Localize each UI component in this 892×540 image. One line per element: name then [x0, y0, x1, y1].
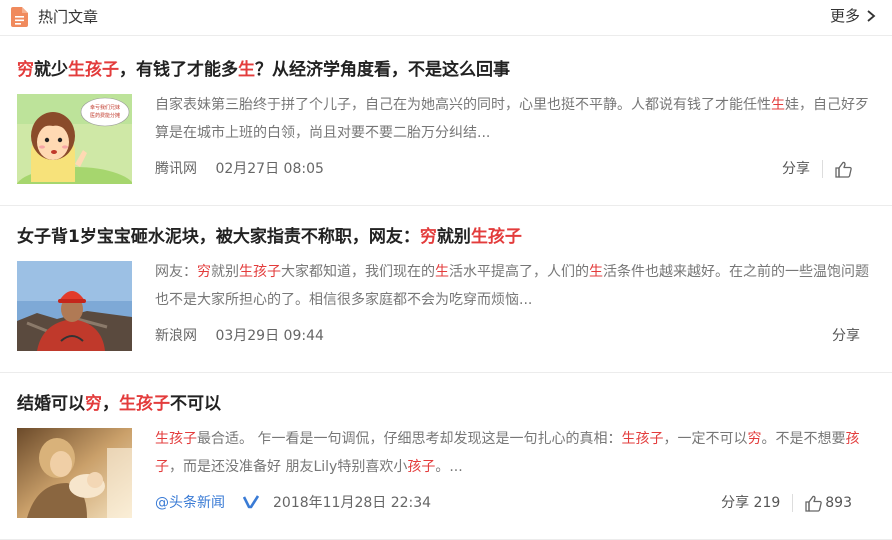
highlight-keyword: 穷: [85, 394, 102, 414]
article-actions: 分享 219 893: [721, 494, 852, 512]
article-source[interactable]: 新浪网: [155, 328, 197, 344]
chevron-right-icon: [867, 10, 876, 22]
highlight-keyword: 生孩子: [239, 264, 281, 280]
text-segment: ？从经济学角度看，不是这么回事: [255, 60, 510, 80]
text-segment: 就别: [436, 227, 471, 247]
article-meta: @头条新闻 2018年11月28日 22:34: [155, 494, 431, 512]
highlight-keyword: 生孩子: [155, 431, 197, 447]
highlight-keyword: 生孩子: [621, 431, 664, 447]
article-time: 2018年11月28日 22:34: [273, 495, 432, 511]
article-source[interactable]: @头条新闻: [155, 495, 225, 511]
verified-icon: [243, 495, 259, 509]
thumb-caption-line2: 医药费能分摊: [90, 112, 120, 119]
thumb-caption-line1: 幸亏我们兄妹: [90, 104, 120, 111]
text-segment: ，: [102, 394, 119, 414]
text-segment: 最合适。 乍一看是一句调侃，仔细思考却发现这是一句扎心的真相：: [197, 431, 622, 447]
highlight-keyword: 穷: [197, 264, 211, 280]
document-icon: [11, 7, 28, 27]
text-segment: 网友：: [155, 264, 197, 280]
text-segment: 就别: [211, 264, 239, 280]
text-segment: ，有钱了才能多: [119, 60, 238, 80]
article-time: 02月27日 08:05: [215, 161, 324, 177]
text-segment: 活水平提高了，人们的: [449, 264, 589, 280]
thumbs-up-icon: [835, 161, 852, 178]
text-segment: 。不是不想要: [761, 431, 846, 447]
highlight-keyword: 生: [589, 264, 603, 280]
highlight-keyword: 生孩子: [470, 227, 522, 247]
highlight-keyword: 穷: [419, 227, 437, 247]
like-button[interactable]: 893: [805, 494, 852, 512]
article-divider: [0, 205, 892, 206]
highlight-keyword: 生孩子: [68, 60, 119, 80]
article-thumbnail[interactable]: [17, 261, 132, 351]
share-button[interactable]: 分享: [782, 160, 810, 178]
hot-articles-header: 热门文章 更多: [0, 0, 892, 36]
text-segment: 就少: [34, 60, 68, 80]
article-summary: 网友：穷就别生孩子大家都知道，我们现在的生活水平提高了，人们的生活条件也越来越好…: [155, 258, 870, 314]
highlight-keyword: 穷: [17, 60, 34, 80]
share-button[interactable]: 分享 219: [721, 494, 780, 512]
article-thumbnail[interactable]: 幸亏我们兄妹 医药费能分摊: [17, 94, 132, 184]
article-title[interactable]: 结婚可以穷，生孩子不可以: [17, 394, 221, 414]
text-segment: ，一定不可以: [663, 431, 748, 447]
article-meta: 新浪网 03月29日 09:44: [155, 327, 324, 345]
article-actions: 分享: [832, 327, 860, 345]
article-thumbnail[interactable]: [17, 428, 132, 518]
article-actions: 分享: [782, 160, 852, 178]
cartoon-girl-image: 幸亏我们兄妹 医药费能分摊: [17, 94, 132, 184]
action-separator: [792, 494, 794, 512]
text-segment: 大家都知道，我们现在的: [281, 264, 435, 280]
section-title: 热门文章: [38, 8, 99, 26]
like-button[interactable]: [835, 161, 852, 178]
worker-photo-image: [17, 261, 132, 351]
article-divider: [0, 372, 892, 373]
more-link[interactable]: 更多: [830, 7, 876, 25]
action-separator: [822, 160, 823, 178]
text-segment: 结婚可以: [17, 394, 85, 414]
text-segment: 。...: [435, 459, 463, 475]
highlight-keyword: 生: [435, 264, 449, 280]
text-segment: 不可以: [170, 394, 221, 414]
thumbs-up-icon: [805, 495, 823, 512]
article-source[interactable]: 腾讯网: [155, 161, 197, 177]
highlight-keyword: 生: [771, 97, 785, 113]
highlight-keyword: 生孩子: [119, 394, 170, 414]
highlight-keyword: 生: [238, 60, 255, 80]
like-count: 893: [825, 495, 852, 511]
highlight-keyword: 孩子: [407, 459, 436, 475]
article-time: 03月29日 09:44: [215, 328, 324, 344]
article-summary: 自家表妹第三胎终于拼了个儿子，自己在为她高兴的同时，心里也挺不平静。人都说有钱了…: [155, 91, 870, 147]
text-segment: ，而是还没准备好 朋友Lily特别喜欢小: [169, 459, 408, 475]
share-button[interactable]: 分享: [832, 327, 860, 345]
more-label: 更多: [829, 7, 860, 25]
highlight-keyword: 穷: [747, 431, 762, 447]
article-summary: 生孩子最合适。 乍一看是一句调侃，仔细思考却发现这是一句扎心的真相：生孩子，一定…: [155, 425, 870, 481]
article-meta: 腾讯网 02月27日 08:05: [155, 160, 324, 178]
family-photo-image: [17, 428, 132, 518]
article-title[interactable]: 女子背1岁宝宝砸水泥块，被大家指责不称职，网友：穷就别生孩子: [17, 227, 522, 247]
article-title[interactable]: 穷就少生孩子，有钱了才能多生？从经济学角度看，不是这么回事: [17, 60, 510, 80]
text-segment: 女子背1岁宝宝砸水泥块，被大家指责不称职，网友：: [17, 227, 420, 247]
text-segment: 自家表妹第三胎终于拼了个儿子，自己在为她高兴的同时，心里也挺不平静。人都说有钱了…: [155, 97, 771, 113]
